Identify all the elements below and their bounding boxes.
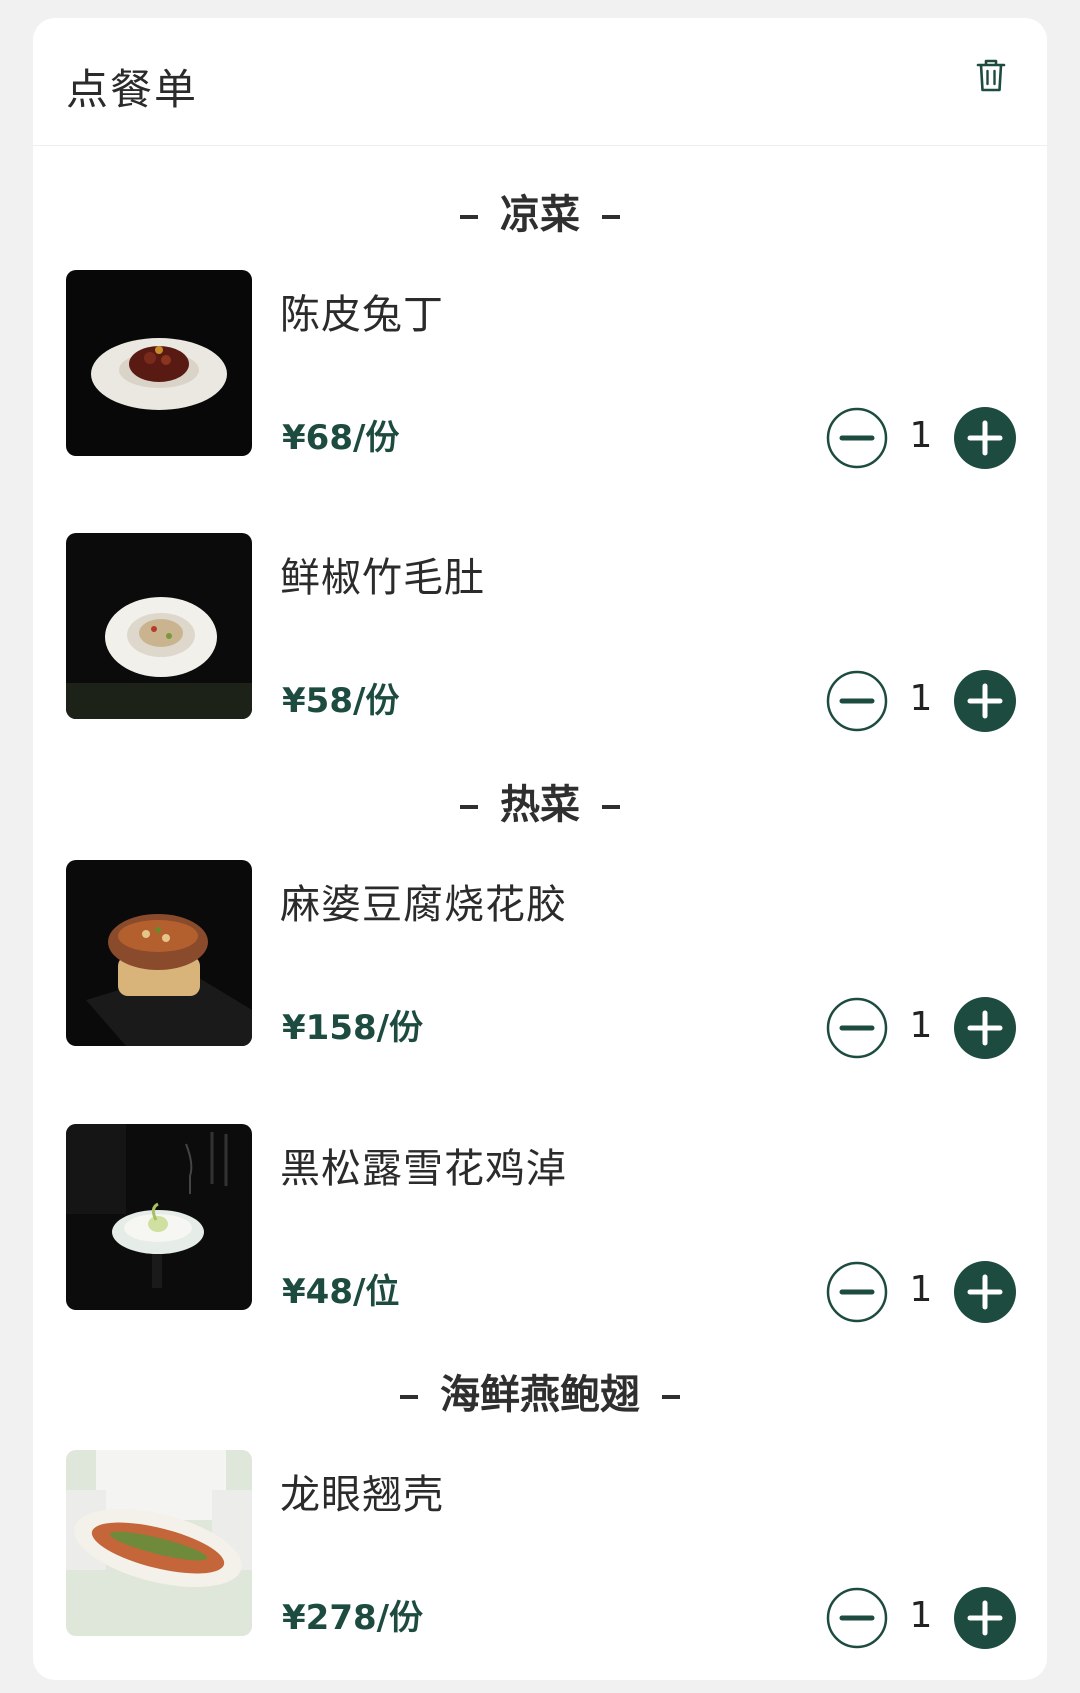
plus-circle-icon bbox=[954, 670, 1016, 732]
dish-photo bbox=[66, 533, 252, 719]
quantity-stepper: 1 bbox=[826, 407, 1016, 469]
dish-photo bbox=[66, 1124, 252, 1310]
quantity-stepper: 1 bbox=[826, 1587, 1016, 1649]
decrease-button[interactable] bbox=[826, 1587, 888, 1649]
quantity-value: 1 bbox=[909, 1595, 933, 1636]
increase-button[interactable] bbox=[954, 997, 1016, 1059]
trash-icon bbox=[976, 59, 1006, 92]
order-item: 鲜椒竹毛肚 ¥58/份 1 bbox=[66, 533, 1016, 732]
order-item: 龙眼翘壳 ¥278/份 1 bbox=[66, 1450, 1016, 1649]
minus-circle-icon bbox=[826, 670, 888, 732]
dish-name: 陈皮兔丁 bbox=[280, 292, 444, 338]
dish-name: 麻婆豆腐烧花胶 bbox=[280, 882, 567, 928]
dish-price: ¥158/份 bbox=[282, 1008, 424, 1048]
page-title: 点餐单 bbox=[66, 65, 199, 114]
dish-price: ¥68/份 bbox=[282, 418, 400, 458]
plus-circle-icon bbox=[954, 997, 1016, 1059]
dish-photo bbox=[66, 270, 252, 456]
section-title-hot-dishes: 热菜 bbox=[33, 772, 1047, 830]
dish-photo bbox=[66, 1450, 252, 1636]
increase-button[interactable] bbox=[954, 670, 1016, 732]
decrease-button[interactable] bbox=[826, 1261, 888, 1323]
dish-name: 鲜椒竹毛肚 bbox=[280, 555, 485, 601]
section-title-cold-dishes: 凉菜 bbox=[33, 182, 1047, 240]
quantity-stepper: 1 bbox=[826, 997, 1016, 1059]
section-dash bbox=[662, 1395, 680, 1399]
section-label: 热菜 bbox=[500, 782, 580, 828]
order-item: 黑松露雪花鸡淖 ¥48/位 1 bbox=[66, 1124, 1016, 1323]
section-dash bbox=[602, 805, 620, 809]
minus-circle-icon bbox=[826, 1261, 888, 1323]
quantity-value: 1 bbox=[909, 415, 933, 456]
dish-photo bbox=[66, 860, 252, 1046]
plus-circle-icon bbox=[954, 1261, 1016, 1323]
minus-circle-icon bbox=[826, 407, 888, 469]
section-label: 海鲜燕鲍翅 bbox=[440, 1372, 640, 1418]
increase-button[interactable] bbox=[954, 1587, 1016, 1649]
quantity-value: 1 bbox=[909, 1269, 933, 1310]
quantity-value: 1 bbox=[909, 1005, 933, 1046]
section-dash bbox=[602, 215, 620, 219]
decrease-button[interactable] bbox=[826, 407, 888, 469]
order-list-card: 点餐单 凉菜 陈皮兔丁 ¥68/份 1 鲜椒竹毛肚 ¥58/份 1 热菜 麻婆豆… bbox=[33, 18, 1047, 1680]
dish-price: ¥278/份 bbox=[282, 1598, 424, 1638]
minus-circle-icon bbox=[826, 1587, 888, 1649]
increase-button[interactable] bbox=[954, 407, 1016, 469]
section-dash bbox=[400, 1395, 418, 1399]
section-title-seafood: 海鲜燕鲍翅 bbox=[33, 1362, 1047, 1420]
quantity-stepper: 1 bbox=[826, 1261, 1016, 1323]
decrease-button[interactable] bbox=[826, 670, 888, 732]
dish-name: 黑松露雪花鸡淖 bbox=[280, 1146, 567, 1192]
dish-price: ¥58/份 bbox=[282, 681, 400, 721]
quantity-value: 1 bbox=[909, 678, 933, 719]
section-label: 凉菜 bbox=[500, 192, 580, 238]
plus-circle-icon bbox=[954, 1587, 1016, 1649]
dish-price: ¥48/位 bbox=[282, 1272, 400, 1312]
decrease-button[interactable] bbox=[826, 997, 888, 1059]
section-dash bbox=[460, 805, 478, 809]
quantity-stepper: 1 bbox=[826, 670, 1016, 732]
section-dash bbox=[460, 215, 478, 219]
order-item: 陈皮兔丁 ¥68/份 1 bbox=[66, 270, 1016, 469]
clear-order-button[interactable] bbox=[971, 56, 1011, 96]
order-item: 麻婆豆腐烧花胶 ¥158/份 1 bbox=[66, 860, 1016, 1059]
plus-circle-icon bbox=[954, 407, 1016, 469]
minus-circle-icon bbox=[826, 997, 888, 1059]
increase-button[interactable] bbox=[954, 1261, 1016, 1323]
dish-name: 龙眼翘壳 bbox=[280, 1472, 444, 1518]
order-header: 点餐单 bbox=[33, 18, 1047, 146]
